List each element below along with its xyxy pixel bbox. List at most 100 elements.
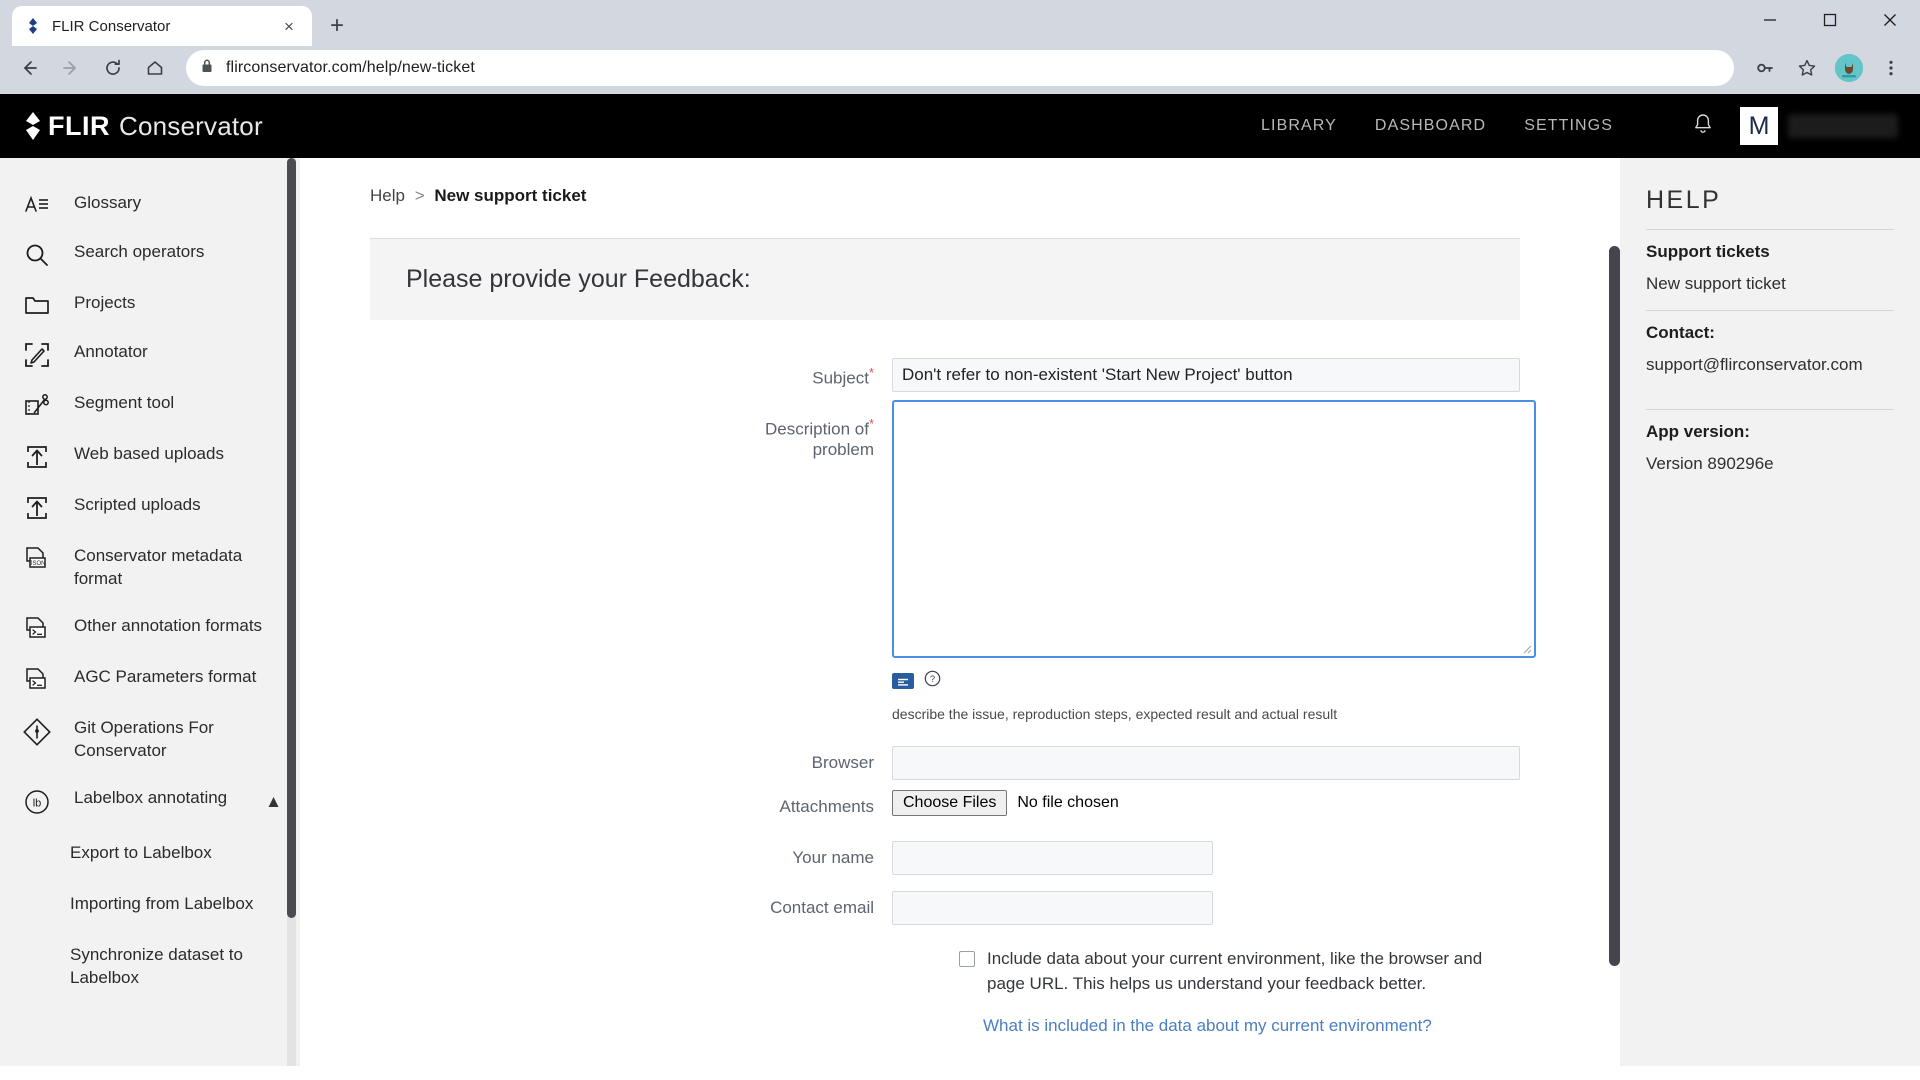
contact-email-label: Contact email: [770, 898, 874, 917]
labelbox-icon: lb: [22, 787, 52, 816]
avatar[interactable]: M: [1740, 107, 1778, 145]
markdown-badge-icon[interactable]: [892, 673, 914, 689]
browser-chrome: FLIR Conservator × + flirconservator.com…: [0, 0, 1920, 94]
description-label: Description of* problem: [765, 416, 874, 459]
sidebar-item-annotator[interactable]: Annotator: [0, 329, 300, 380]
browser-tab[interactable]: FLIR Conservator ×: [12, 6, 312, 46]
sidebar-item-segment-tool[interactable]: Segment tool: [0, 380, 300, 431]
pencil-crop-icon: [22, 341, 52, 368]
environment-checkbox-label: Include data about your current environm…: [987, 949, 1483, 993]
app-nav: LIBRARY DASHBOARD SETTINGS M: [1242, 107, 1898, 145]
app-body: Glossary Search operators Projects Annot…: [0, 158, 1920, 1066]
form-row-your-name: Your name: [370, 841, 1520, 875]
sidebar-item-labelbox-annotating[interactable]: lb Labelbox annotating ▲: [0, 775, 300, 828]
address-bar[interactable]: flirconservator.com/help/new-ticket: [186, 50, 1734, 86]
forward-icon[interactable]: [52, 49, 90, 87]
environment-info-link[interactable]: What is included in the data about my cu…: [983, 1016, 1520, 1036]
sidebar-item-agc-parameters-format[interactable]: AGC Parameters format: [0, 654, 300, 705]
tab-title: FLIR Conservator: [52, 17, 171, 35]
sidebar-item-glossary[interactable]: Glossary: [0, 180, 300, 229]
sidebar-scrollbar-thumb[interactable]: [287, 158, 296, 918]
star-icon[interactable]: [1788, 49, 1826, 87]
contact-heading: Contact:: [1646, 323, 1715, 342]
form-row-attachments: Attachments Choose Files No file chosen: [370, 790, 1520, 817]
help-panel-title: HELP: [1646, 186, 1722, 214]
contact-email-input[interactable]: [892, 891, 1213, 925]
tab-strip: FLIR Conservator × +: [0, 0, 1920, 46]
required-marker: *: [868, 365, 874, 380]
brand-logo[interactable]: FLIR Conservator: [20, 111, 263, 142]
main-scrollbar-thumb[interactable]: [1609, 246, 1620, 966]
subject-input[interactable]: Don't refer to non-existent 'Start New P…: [892, 358, 1520, 392]
minimize-icon[interactable]: [1740, 0, 1800, 40]
notification-bell-icon[interactable]: [1692, 112, 1714, 141]
new-support-ticket-link[interactable]: New support ticket: [1646, 274, 1894, 294]
profile-avatar-icon[interactable]: [1830, 49, 1868, 87]
nav-item-settings[interactable]: SETTINGS: [1505, 117, 1632, 135]
form-row-contact-email: Contact email: [370, 891, 1520, 925]
chevron-up-icon[interactable]: ▲: [265, 787, 282, 814]
close-icon[interactable]: ×: [278, 15, 300, 37]
question-circle-icon[interactable]: ?: [924, 670, 941, 692]
sidebar-item-label: Git Operations For Conservator: [74, 717, 214, 760]
feedback-card: Please provide your Feedback: Subject* D…: [370, 238, 1536, 1036]
sidebar-item-label: Labelbox annotating: [74, 787, 228, 807]
file-status-text: No file chosen: [1017, 794, 1119, 811]
sidebar-subitem-synchronize-dataset-to-labelbox[interactable]: Synchronize dataset to Labelbox: [0, 930, 300, 1004]
sidebar-item-git-operations-for-conservator[interactable]: Git Operations For Conservator: [0, 705, 300, 775]
browser-toolbar: flirconservator.com/help/new-ticket: [0, 46, 1920, 94]
brand-product: Conservator: [119, 110, 263, 141]
new-tab-button[interactable]: +: [320, 9, 354, 43]
key-icon[interactable]: [1746, 49, 1784, 87]
breadcrumb-separator: >: [414, 186, 425, 205]
sidebar-item-scripted-uploads[interactable]: Scripted uploads: [0, 482, 300, 533]
environment-checkbox-row[interactable]: Include data about your current environm…: [370, 947, 1520, 996]
feedback-form: Subject* Don't refer to non-existent 'St…: [370, 320, 1536, 1036]
close-window-icon[interactable]: [1860, 0, 1920, 40]
choose-files-button[interactable]: Choose Files: [892, 790, 1008, 816]
app-version-heading: App version:: [1646, 422, 1750, 441]
environment-checkbox[interactable]: [959, 951, 975, 967]
sidebar-item-conservator-metadata-format[interactable]: JSON Conservator metadata format: [0, 533, 300, 603]
sidebar-item-projects[interactable]: Projects: [0, 280, 300, 329]
terminal-file-icon: [22, 666, 52, 693]
form-row-browser: Browser: [370, 746, 1520, 780]
sidebar-subitem-export-to-labelbox[interactable]: Export to Labelbox: [0, 828, 300, 879]
contact-email-link[interactable]: support@flirconservator.com: [1646, 355, 1894, 375]
sidebar-item-label: Projects: [74, 293, 136, 312]
padlock-icon: [200, 58, 214, 79]
window-controls: [1740, 0, 1920, 40]
support-tickets-heading: Support tickets: [1646, 242, 1770, 261]
attachments-label: Attachments: [779, 797, 875, 816]
three-dot-menu-icon[interactable]: [1872, 49, 1910, 87]
home-icon[interactable]: [136, 49, 174, 87]
maximize-icon[interactable]: [1800, 0, 1860, 40]
upload-box-icon: [22, 494, 52, 521]
form-row-subject: Subject* Don't refer to non-existent 'St…: [370, 358, 1520, 392]
file-picker[interactable]: Choose Files No file chosen: [892, 790, 1119, 816]
back-icon[interactable]: [10, 49, 48, 87]
flir-diamond-logo-icon: [20, 111, 48, 141]
description-textarea[interactable]: [892, 400, 1536, 658]
terminal-file-icon: [22, 615, 52, 642]
sidebar-item-label: Segment tool: [74, 393, 175, 412]
your-name-input[interactable]: [892, 841, 1213, 875]
sidebar-item-web-based-uploads[interactable]: Web based uploads: [0, 431, 300, 482]
sidebar-item-other-annotation-formats[interactable]: Other annotation formats: [0, 603, 300, 654]
sidebar-item-search-operators[interactable]: Search operators: [0, 229, 300, 280]
browser-input[interactable]: [892, 746, 1520, 780]
sidebar-item-label: Conservator metadata format: [74, 546, 243, 588]
sidebar-subitem-importing-from-labelbox[interactable]: Importing from Labelbox: [0, 879, 300, 930]
magnifier-icon: [22, 241, 52, 268]
flir-diamond-icon: [24, 17, 42, 35]
svg-text:?: ?: [930, 674, 935, 685]
nav-item-library[interactable]: LIBRARY: [1242, 117, 1356, 135]
nav-item-dashboard[interactable]: DASHBOARD: [1356, 117, 1505, 135]
reload-icon[interactable]: [94, 49, 132, 87]
omnibox-actions: [1746, 49, 1910, 87]
required-marker: *: [868, 416, 874, 431]
breadcrumb-help-link[interactable]: Help: [370, 186, 405, 205]
sidebar-item-label: Other annotation formats: [74, 615, 263, 635]
resize-grip-icon[interactable]: [1520, 642, 1532, 654]
sidebar-item-label: Web based uploads: [74, 444, 224, 463]
